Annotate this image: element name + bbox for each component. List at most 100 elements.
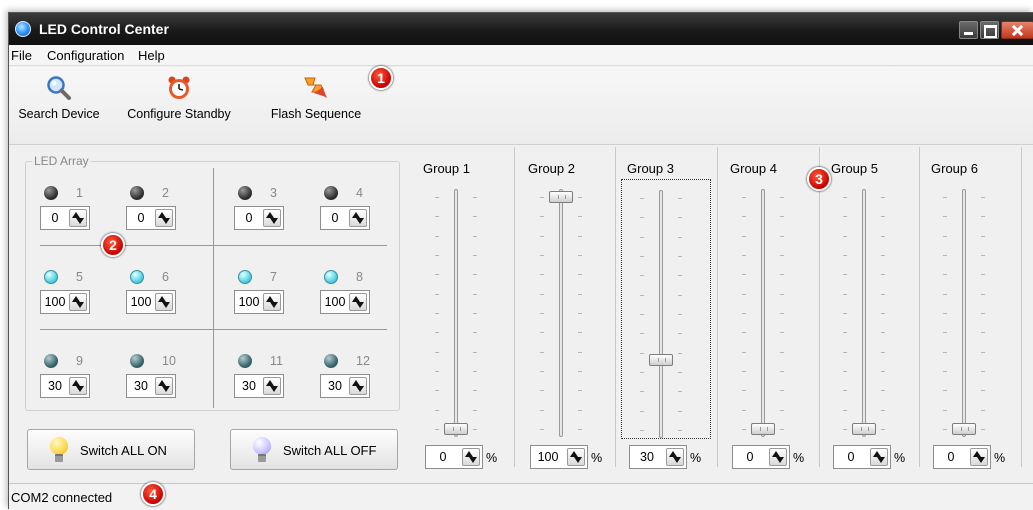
slider-track[interactable] — [559, 189, 563, 437]
slider-tick — [540, 216, 544, 218]
slider-tick — [678, 352, 682, 354]
slider-tick — [843, 409, 847, 411]
group-value-stepper[interactable]: 100 — [530, 445, 588, 469]
up-down-arrows-icon[interactable] — [69, 377, 87, 395]
slider-tick — [881, 255, 885, 256]
group-value-stepper[interactable]: 0 — [833, 445, 891, 469]
menu-file[interactable]: File — [11, 48, 32, 63]
slider-tick — [943, 216, 947, 218]
slider-thumb[interactable] — [649, 354, 673, 367]
up-down-arrows-icon[interactable] — [263, 209, 281, 227]
up-down-arrows-icon[interactable] — [567, 448, 585, 466]
maximize-button[interactable] — [980, 21, 999, 39]
led-value-stepper[interactable]: 0 — [320, 206, 370, 230]
slider-track[interactable] — [862, 189, 866, 437]
slider-tick — [742, 409, 746, 411]
slider-tick — [843, 255, 847, 256]
slider-tick — [640, 430, 644, 431]
led-value: 0 — [245, 211, 253, 225]
group-value-stepper[interactable]: 0 — [933, 445, 991, 469]
slider-tick — [678, 256, 682, 257]
slider-track[interactable] — [761, 189, 765, 437]
switch-all-on-button[interactable]: Switch ALL ON — [27, 429, 195, 470]
led-value-stepper[interactable]: 30 — [320, 374, 370, 398]
slider-track[interactable] — [454, 189, 458, 437]
slider-tick — [435, 255, 439, 256]
slider-thumb[interactable] — [751, 423, 775, 435]
led-value-stepper[interactable]: 30 — [40, 374, 90, 398]
slider-tick — [943, 274, 947, 276]
up-down-arrows-icon[interactable] — [870, 448, 888, 466]
led-value-stepper[interactable]: 0 — [234, 206, 284, 230]
slider-tick — [981, 429, 985, 430]
up-down-arrows-icon[interactable] — [666, 448, 684, 466]
slider-tick — [742, 429, 746, 430]
slider-tick — [780, 293, 784, 295]
up-down-arrows-icon[interactable] — [462, 448, 480, 466]
slider-thumb[interactable] — [852, 423, 876, 435]
group-value: 0 — [746, 450, 754, 464]
group-2-panel: Group 2 100% — [520, 147, 620, 469]
slider-tick — [578, 371, 582, 372]
up-down-arrows-icon[interactable] — [349, 209, 367, 227]
up-down-arrows-icon[interactable] — [769, 448, 787, 466]
group-slider[interactable] — [825, 179, 915, 439]
up-down-arrows-icon[interactable] — [155, 209, 173, 227]
up-down-arrows-icon[interactable] — [970, 448, 988, 466]
slider-tick — [780, 216, 784, 218]
slider-tick — [678, 333, 682, 335]
group-slider[interactable] — [522, 179, 612, 439]
up-down-arrows-icon[interactable] — [349, 293, 367, 311]
group-value-stepper[interactable]: 0 — [425, 445, 483, 469]
minimize-button[interactable] — [959, 21, 978, 39]
led-value-stepper[interactable]: 0 — [40, 206, 90, 230]
led-value-stepper[interactable]: 100 — [320, 290, 370, 314]
slider-thumb[interactable] — [444, 423, 468, 435]
slider-track[interactable] — [962, 189, 966, 437]
slider-thumb[interactable] — [952, 423, 976, 435]
configure-standby-button[interactable]: Configure Standby — [117, 75, 241, 121]
percent-unit: % — [894, 451, 906, 465]
slider-tick — [540, 235, 544, 237]
group-slider[interactable] — [417, 179, 507, 439]
group-separator — [514, 147, 515, 467]
led-number: 8 — [356, 270, 363, 284]
slider-thumb[interactable] — [549, 191, 573, 203]
up-down-arrows-icon[interactable] — [263, 377, 281, 395]
slider-tick — [435, 313, 439, 314]
title-bar[interactable]: LED Control Center — [9, 13, 1033, 45]
led-value-stepper[interactable]: 30 — [234, 374, 284, 398]
slider-tick — [473, 313, 477, 314]
up-down-arrows-icon[interactable] — [155, 293, 173, 311]
led-value-stepper[interactable]: 0 — [126, 206, 176, 230]
switch-all-off-button[interactable]: Switch ALL OFF — [230, 429, 398, 470]
slider-tick — [780, 274, 784, 276]
up-down-arrows-icon[interactable] — [263, 293, 281, 311]
led-cell: 10 — [40, 180, 104, 240]
slider-tick — [540, 255, 544, 256]
menu-configuration[interactable]: Configuration — [47, 48, 124, 63]
led-value-stepper[interactable]: 100 — [126, 290, 176, 314]
alarm-clock-icon — [165, 75, 193, 101]
led-value-stepper[interactable]: 30 — [126, 374, 176, 398]
led-indicator-icon — [130, 270, 144, 284]
group-slider[interactable] — [724, 179, 814, 439]
search-device-button[interactable]: Search Device — [11, 75, 107, 121]
close-button[interactable] — [1001, 21, 1033, 39]
group-value-stepper[interactable]: 30 — [629, 445, 687, 469]
slider-tick — [678, 391, 682, 393]
up-down-arrows-icon[interactable] — [69, 209, 87, 227]
group-value-stepper[interactable]: 0 — [732, 445, 790, 469]
group-slider[interactable] — [925, 179, 1015, 439]
up-down-arrows-icon[interactable] — [69, 293, 87, 311]
slider-track[interactable] — [659, 190, 663, 438]
slider-tick — [742, 216, 746, 218]
led-number: 7 — [270, 270, 277, 284]
menu-help[interactable]: Help — [138, 48, 165, 63]
up-down-arrows-icon[interactable] — [155, 377, 173, 395]
flash-sequence-button[interactable]: Flash Sequence — [261, 75, 371, 121]
led-value-stepper[interactable]: 100 — [40, 290, 90, 314]
led-value-stepper[interactable]: 100 — [234, 290, 284, 314]
up-down-arrows-icon[interactable] — [349, 377, 367, 395]
group-slider[interactable] — [621, 179, 711, 439]
